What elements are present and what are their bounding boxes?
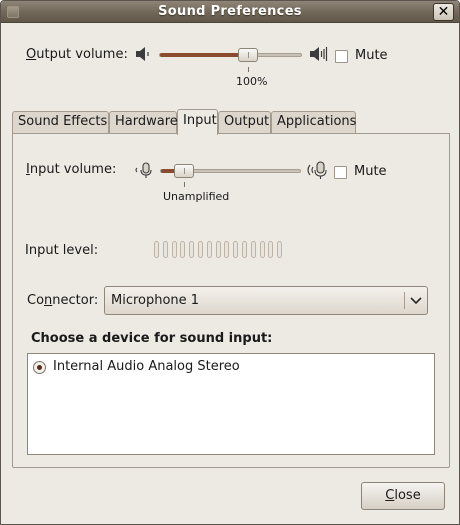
- chevron-down-icon[interactable]: [409, 292, 423, 309]
- close-mnemonic: C: [385, 488, 395, 503]
- close-button-label: lose: [394, 488, 421, 503]
- input-volume-tick: [183, 182, 185, 187]
- input-mute-label[interactable]: Mute: [354, 164, 387, 179]
- input-level-segment: [233, 241, 239, 258]
- device-section-title-text: hoose a device for sound input:: [40, 331, 273, 346]
- sound-preferences-window: Sound Preferences ✕ Output volume: 100% …: [0, 0, 460, 525]
- close-button[interactable]: Close: [361, 482, 445, 510]
- tab-output[interactable]: Output: [218, 111, 271, 134]
- tab-input[interactable]: Input: [177, 109, 218, 135]
- list-item[interactable]: Internal Audio Analog Stereo: [28, 354, 434, 380]
- output-volume-mnemonic: O: [26, 47, 37, 62]
- microphone-high-icon: [307, 161, 327, 179]
- input-level-segment: [180, 241, 186, 258]
- tab-hardware[interactable]: Hardware: [109, 111, 178, 134]
- output-mute-label[interactable]: Mute: [355, 48, 388, 63]
- input-level-segment: [224, 241, 230, 258]
- connector-select[interactable]: Microphone 1: [104, 286, 428, 315]
- connector-label: Connector:: [27, 293, 98, 308]
- input-level-segment: [162, 241, 168, 258]
- device-radio-button[interactable]: [33, 361, 46, 374]
- connector-label-prefix: Co: [27, 293, 45, 308]
- connector-selected-value: Microphone 1: [111, 293, 200, 308]
- combo-separator: [404, 292, 405, 309]
- input-level-segment: [215, 241, 221, 258]
- output-volume-tick: [247, 67, 249, 72]
- output-volume-slider[interactable]: [159, 53, 302, 57]
- output-volume-caption: 100%: [236, 75, 268, 88]
- input-level-label: Input level:: [25, 243, 99, 258]
- speaker-high-icon: [310, 47, 328, 61]
- microphone-low-icon: [135, 162, 152, 178]
- input-level-segment: [250, 241, 256, 258]
- input-volume-label-text: nput volume:: [29, 162, 117, 177]
- input-level-segment: [171, 241, 177, 258]
- device-section-title: Choose a device for sound input:: [31, 331, 272, 346]
- input-level-segment: [189, 241, 195, 258]
- input-device-list: Internal Audio Analog Stereo: [27, 353, 435, 455]
- input-level-segment: [206, 241, 212, 258]
- tab-sound-effects[interactable]: Sound Effects: [12, 111, 109, 134]
- tab-applications[interactable]: Applications: [271, 111, 356, 134]
- input-level-segment: [277, 241, 283, 258]
- input-volume-label: Input volume:: [26, 162, 116, 177]
- speaker-low-icon: [136, 47, 149, 61]
- connector-label-rest: nector:: [52, 293, 99, 308]
- output-volume-slider-thumb[interactable]: [237, 48, 258, 62]
- window-close-button[interactable]: ✕: [433, 3, 454, 21]
- device-label[interactable]: Internal Audio Analog Stereo: [53, 359, 240, 374]
- input-volume-caption: Unamplified: [163, 190, 230, 203]
- input-level-segment: [154, 241, 159, 258]
- output-volume-label: Output volume:: [26, 47, 128, 62]
- device-section-mnemonic: C: [31, 331, 41, 346]
- input-level-segment: [242, 241, 247, 258]
- output-mute-checkbox[interactable]: [335, 50, 348, 63]
- input-level-segment: [198, 241, 203, 258]
- input-level-segment: [259, 241, 265, 258]
- input-level-segment: [268, 241, 274, 258]
- radio-selected-dot: [37, 365, 42, 370]
- title-bar[interactable]: Sound Preferences ✕: [1, 1, 459, 23]
- output-volume-fill: [160, 53, 249, 57]
- output-volume-label-text: utput volume:: [36, 47, 128, 62]
- window-title: Sound Preferences: [158, 4, 302, 19]
- input-mute-checkbox[interactable]: [334, 166, 347, 179]
- input-volume-slider-thumb[interactable]: [173, 164, 194, 178]
